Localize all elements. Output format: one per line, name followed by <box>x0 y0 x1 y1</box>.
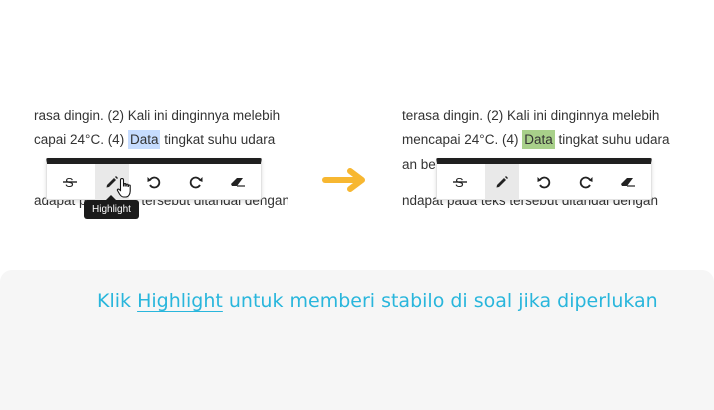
eraser-icon <box>621 178 635 187</box>
undo-button[interactable] <box>527 164 561 200</box>
arrow-right-icon <box>322 168 365 192</box>
text-line-1: terasa dingin. (2) Kali ini dinginnya me… <box>402 108 660 123</box>
text-line-2: mencapai 24°C. (4) Data tingkat suhu uda… <box>402 130 670 149</box>
highlight-link[interactable]: Highlight <box>137 290 223 312</box>
strikethrough-button[interactable]: S <box>443 164 477 200</box>
undo-button[interactable] <box>137 164 171 200</box>
undo-icon <box>147 176 161 189</box>
strikethrough-icon: S <box>63 175 77 189</box>
strikethrough-button[interactable]: S <box>53 164 87 200</box>
annotation-toolbar: S <box>46 158 262 200</box>
text-line-2: capai 24°C. (4) Data tingkat suhu udara <box>34 130 276 149</box>
after-panel: terasa dingin. (2) Kali ini dinginnya me… <box>378 100 670 220</box>
highlight-button[interactable] <box>485 164 519 200</box>
eraser-icon <box>231 178 245 187</box>
eraser-button[interactable] <box>611 164 645 200</box>
redo-icon <box>189 176 203 189</box>
text-line-3: an be <box>402 157 436 172</box>
redo-button[interactable] <box>569 164 603 200</box>
highlighted-word[interactable]: Data <box>522 130 555 149</box>
undo-icon <box>537 176 551 189</box>
annotation-toolbar: S <box>436 158 652 200</box>
redo-icon <box>579 176 593 189</box>
selected-word[interactable]: Data <box>127 130 161 149</box>
hand-cursor-icon <box>116 177 131 198</box>
highlight-tooltip: Highlight <box>84 195 139 219</box>
text-line-1: rasa dingin. (2) Kali ini dinginnya mele… <box>34 108 281 123</box>
redo-button[interactable] <box>179 164 213 200</box>
before-panel: rasa dingin. (2) Kali ini dinginnya mele… <box>0 100 288 220</box>
pencil-icon <box>496 176 508 188</box>
eraser-button[interactable] <box>221 164 255 200</box>
instruction-caption: Klik Highlight untuk memberi stabilo di … <box>97 290 658 312</box>
strikethrough-icon: S <box>453 175 467 189</box>
